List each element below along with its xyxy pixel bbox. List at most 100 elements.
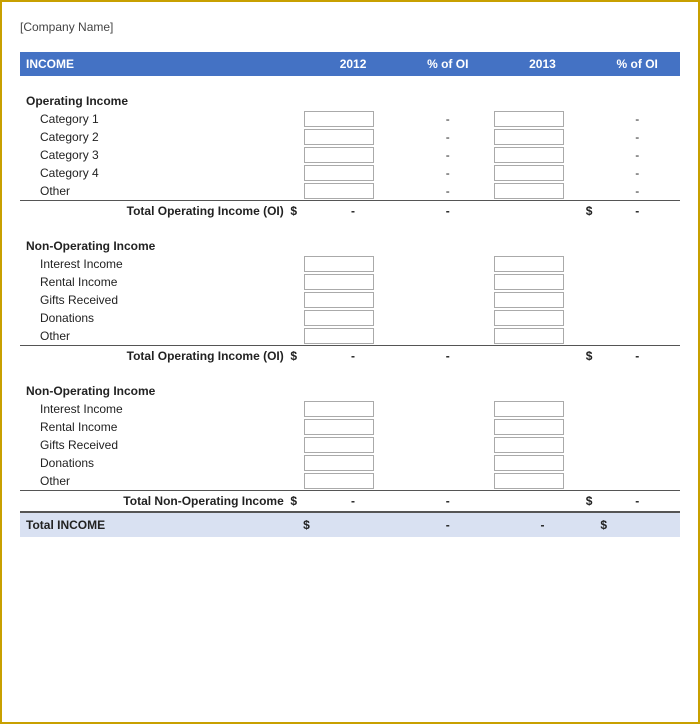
interest-income-2-label: Interest Income	[20, 400, 301, 418]
total-op-dollar2013: $	[491, 201, 595, 222]
operating-income-title: Operating Income	[20, 84, 680, 110]
total-operating-row: Total Operating Income (OI) $ - - $ -	[20, 201, 680, 222]
company-name: [Company Name]	[20, 20, 680, 34]
total-non-op1-row: Total Operating Income (OI) $ - - $ -	[20, 346, 680, 367]
rental-2013-input[interactable]	[491, 273, 595, 291]
rental-income-1-label: Rental Income	[20, 273, 301, 291]
gifts-received-1-label: Gifts Received	[20, 291, 301, 309]
non-op1-other-label: Other	[20, 327, 301, 346]
gifts2-2013-input[interactable]	[491, 436, 595, 454]
cat4-pct2: -	[594, 164, 680, 182]
non-op2-other-2013-input[interactable]	[491, 472, 595, 491]
gifts-received-2-label: Gifts Received	[20, 436, 301, 454]
cat1-label: Category 1	[20, 110, 301, 128]
cat1-2012-input[interactable]	[301, 110, 405, 128]
non-op2-other-2012-input[interactable]	[301, 472, 405, 491]
total-non-op1-dollar2013: $	[491, 346, 595, 367]
total-non-op1-2013: -	[594, 346, 680, 367]
total-op-2012: -	[301, 201, 405, 222]
donations-2012-input[interactable]	[301, 309, 405, 327]
cat3-2012-input[interactable]	[301, 146, 405, 164]
rental2-2013-input[interactable]	[491, 418, 595, 436]
gifts2-2012-input[interactable]	[301, 436, 405, 454]
grand-total-row: Total INCOME $ - - $	[20, 512, 680, 537]
header-income: INCOME	[20, 52, 301, 76]
total-non-op2-2013: -	[594, 491, 680, 513]
grand-total-dash2: -	[491, 512, 595, 537]
total-non-op2-label: Total Non-Operating Income $	[20, 491, 301, 513]
grand-total-dash1: -	[405, 512, 491, 537]
cat-other-pct2: -	[594, 182, 680, 201]
gifts-2013-input[interactable]	[491, 291, 595, 309]
donations-2013-input[interactable]	[491, 309, 595, 327]
non-op2-other-label: Other	[20, 472, 301, 491]
interest-2013-input[interactable]	[491, 255, 595, 273]
cat3-pct1: -	[405, 146, 491, 164]
cat4-2013-input[interactable]	[491, 164, 595, 182]
cat2-2013-input[interactable]	[491, 128, 595, 146]
cat3-2013-input[interactable]	[491, 146, 595, 164]
cat-other-2013-input[interactable]	[491, 182, 595, 201]
table-row: Category 1 - -	[20, 110, 680, 128]
cat-other-label: Other	[20, 182, 301, 201]
rental-income-2-label: Rental Income	[20, 418, 301, 436]
cat2-pct2: -	[594, 128, 680, 146]
cat1-2013-input[interactable]	[491, 110, 595, 128]
non-operating-income-2-title: Non-Operating Income	[20, 374, 680, 400]
cat2-pct1: -	[405, 128, 491, 146]
table-row: Donations	[20, 309, 680, 327]
cat4-label: Category 4	[20, 164, 301, 182]
header-2013: 2013	[491, 52, 595, 76]
table-row: Other	[20, 327, 680, 346]
table-row: Category 2 - -	[20, 128, 680, 146]
interest-2012-input[interactable]	[301, 255, 405, 273]
total-operating-label: Total Operating Income (OI) $	[20, 201, 301, 222]
gifts-2012-input[interactable]	[301, 291, 405, 309]
grand-total-dollar2: $	[594, 512, 680, 537]
total-non-op1-2012: -	[301, 346, 405, 367]
cat4-pct1: -	[405, 164, 491, 182]
header-2012: 2012	[301, 52, 405, 76]
interest-pct1	[405, 255, 491, 273]
table-row: Gifts Received	[20, 291, 680, 309]
total-non-op2-pct1: -	[405, 491, 491, 513]
table-row: Category 3 - -	[20, 146, 680, 164]
donations2-2013-input[interactable]	[491, 454, 595, 472]
interest2-2012-input[interactable]	[301, 400, 405, 418]
non-op1-other-2013-input[interactable]	[491, 327, 595, 346]
total-non-op2-row: Total Non-Operating Income $ - - $ -	[20, 491, 680, 513]
table-row: Other - -	[20, 182, 680, 201]
header-pct-oi-1: % of OI	[405, 52, 491, 76]
total-non-op1-pct1: -	[405, 346, 491, 367]
income-table: INCOME 2012 % of OI 2013 % of OI Operati…	[20, 52, 680, 537]
non-op1-other-2012-input[interactable]	[301, 327, 405, 346]
rental2-2012-input[interactable]	[301, 418, 405, 436]
table-row: Other	[20, 472, 680, 491]
cat2-2012-input[interactable]	[301, 128, 405, 146]
header-pct-oi-2: % of OI	[594, 52, 680, 76]
table-row: Interest Income	[20, 400, 680, 418]
grand-total-label: Total INCOME	[20, 512, 301, 537]
page: [Company Name] INCOME 2012 % of OI 2013 …	[2, 2, 698, 547]
cat3-pct2: -	[594, 146, 680, 164]
cat1-pct2: -	[594, 110, 680, 128]
table-row: Interest Income	[20, 255, 680, 273]
donations-2-label: Donations	[20, 454, 301, 472]
donations2-2012-input[interactable]	[301, 454, 405, 472]
table-row: Donations	[20, 454, 680, 472]
table-row: Category 4 - -	[20, 164, 680, 182]
cat3-label: Category 3	[20, 146, 301, 164]
total-non-op2-2012: -	[301, 491, 405, 513]
interest2-2013-input[interactable]	[491, 400, 595, 418]
table-row: Gifts Received	[20, 436, 680, 454]
total-op-2013: -	[594, 201, 680, 222]
non-operating-income-1-title: Non-Operating Income	[20, 229, 680, 255]
table-header: INCOME 2012 % of OI 2013 % of OI	[20, 52, 680, 76]
donations-1-label: Donations	[20, 309, 301, 327]
cat-other-2012-input[interactable]	[301, 182, 405, 201]
total-non-op2-dollar2013: $	[491, 491, 595, 513]
rental-2012-input[interactable]	[301, 273, 405, 291]
cat4-2012-input[interactable]	[301, 164, 405, 182]
cat2-label: Category 2	[20, 128, 301, 146]
interest-income-1-label: Interest Income	[20, 255, 301, 273]
